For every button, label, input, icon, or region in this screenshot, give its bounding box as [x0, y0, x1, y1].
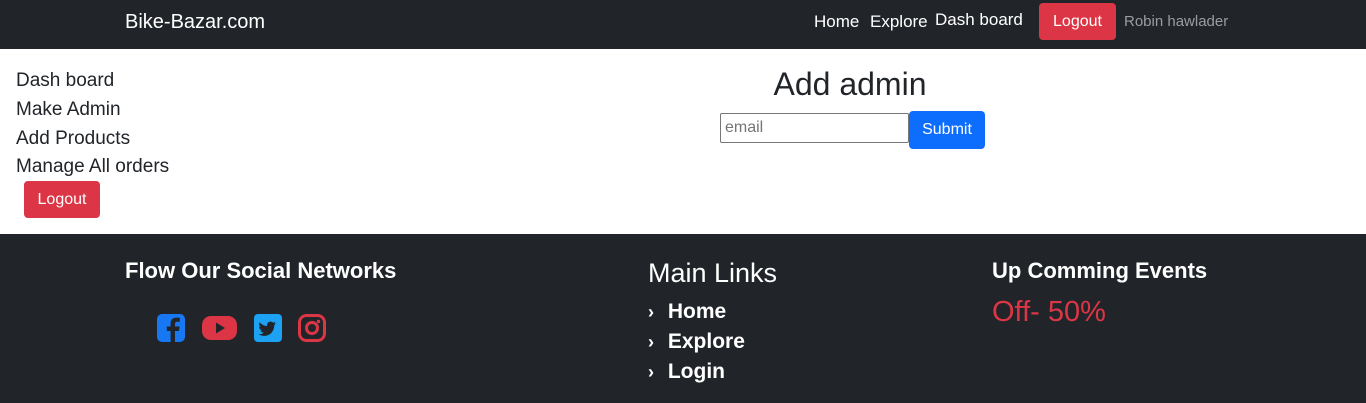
- social-heading: Flow Our Social Networks: [125, 258, 397, 283]
- page-title: Add admin: [773, 66, 927, 102]
- youtube-icon[interactable]: [202, 314, 237, 342]
- sidebar-logout-button[interactable]: Logout: [24, 181, 100, 218]
- events-heading: Up Comming Events: [992, 258, 1208, 283]
- twitter-icon[interactable]: [253, 314, 283, 342]
- footer-link-explore[interactable]: › Explore: [648, 330, 745, 354]
- user-name: Robin hawlader: [1124, 13, 1229, 30]
- nav-home-link[interactable]: Home: [814, 12, 859, 32]
- sidebar-item-manage-orders[interactable]: Manage All orders: [16, 156, 169, 178]
- navbar-logout-button[interactable]: Logout: [1039, 3, 1116, 40]
- chevron-right-icon: ›: [648, 362, 654, 382]
- footer-link-home[interactable]: › Home: [648, 300, 726, 324]
- footer: Flow Our Social Networks Main Links › Ho…: [0, 234, 1366, 403]
- chevron-right-icon: ›: [648, 302, 654, 322]
- top-navbar: Bike-Bazar.com Home Explore Dash board L…: [0, 0, 1366, 49]
- email-input[interactable]: [720, 113, 909, 143]
- main-links-heading: Main Links: [648, 258, 778, 288]
- instagram-icon[interactable]: [297, 314, 327, 342]
- nav-explore-link[interactable]: Explore: [870, 12, 928, 32]
- sidebar-item-make-admin[interactable]: Make Admin: [16, 99, 121, 121]
- offer-text: Off- 50%: [992, 296, 1106, 328]
- sidebar-item-add-products[interactable]: Add Products: [16, 128, 130, 150]
- submit-button[interactable]: Submit: [909, 111, 985, 149]
- facebook-icon[interactable]: [156, 314, 186, 342]
- chevron-right-icon: ›: [648, 332, 654, 352]
- sidebar-item-dashboard[interactable]: Dash board: [16, 70, 114, 92]
- nav-dashboard-link[interactable]: Dash board: [935, 10, 1023, 30]
- footer-link-login[interactable]: › Login: [648, 360, 725, 384]
- footer-link-label: Explore: [667, 330, 745, 353]
- footer-link-label: Home: [667, 300, 727, 323]
- footer-link-label: Login: [667, 360, 725, 383]
- brand-link[interactable]: Bike-Bazar.com: [125, 11, 265, 34]
